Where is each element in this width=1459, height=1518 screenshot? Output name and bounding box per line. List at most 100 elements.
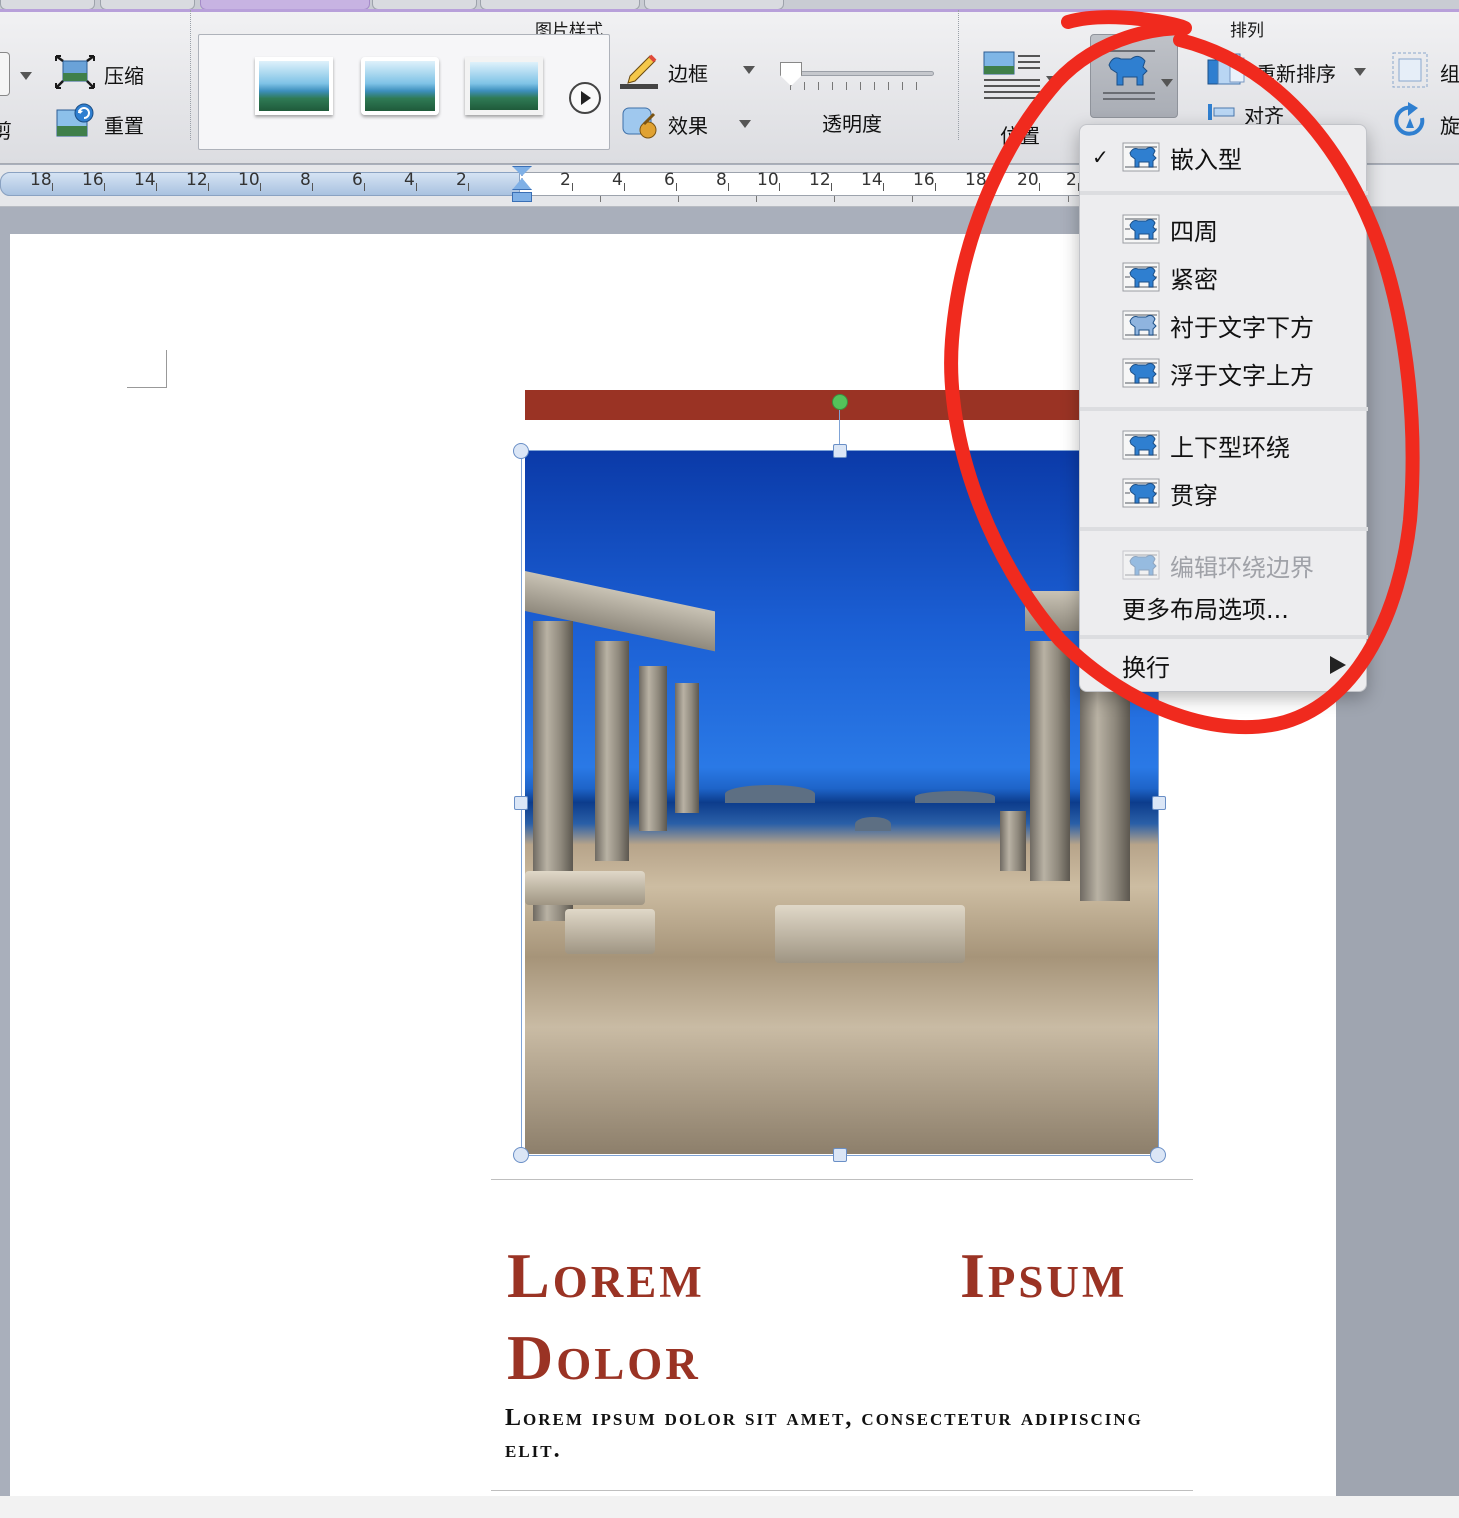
reorder-button[interactable]: 重新排序 [1206, 50, 1336, 95]
rotate-icon [1390, 102, 1432, 147]
checkmark-icon: ✓ [1092, 145, 1109, 169]
chevron-down-icon[interactable] [1354, 68, 1366, 76]
gallery-next-icon[interactable] [569, 82, 601, 114]
picture-style-thumbnail[interactable] [255, 57, 333, 115]
reset-picture-button[interactable]: 重置 [54, 102, 144, 147]
menu-item-behind-text[interactable]: 衬于文字下方 [1080, 303, 1368, 347]
divider-line [491, 1179, 1193, 1180]
menu-item-tight[interactable]: 紧密 [1080, 255, 1368, 299]
menu-item-label: 衬于文字下方 [1170, 313, 1314, 342]
effects-button[interactable]: 效果 [620, 102, 708, 147]
ruler-tick [834, 196, 835, 202]
ruler-tick [1068, 196, 1069, 202]
ruler-label: 12 [186, 170, 208, 190]
group-label: 组 [1440, 62, 1459, 86]
ruler-tick [156, 183, 157, 191]
menu-item-label: 浮于文字上方 [1170, 361, 1314, 390]
group-button[interactable]: 组 [1390, 50, 1459, 95]
compress-icon [54, 52, 96, 97]
indent-marker[interactable] [512, 166, 532, 204]
wrap-top-bottom-icon [1122, 430, 1160, 460]
ruler-tick [831, 183, 832, 191]
menu-item-through[interactable]: 贯穿 [1080, 471, 1368, 515]
ruler-tick [416, 183, 417, 191]
wrap-text-menu: ✓ 嵌入型 四周 紧密 衬于文字下方 浮于文字上方 上下型环绕 贯穿 编辑环绕边… [1079, 124, 1368, 692]
menu-item-label: 紧密 [1170, 265, 1218, 294]
resize-handle-bottom-right[interactable] [1150, 1147, 1166, 1163]
resize-handle-right[interactable] [1152, 796, 1166, 810]
picture-style-thumbnail[interactable] [465, 57, 543, 115]
chevron-down-icon[interactable] [20, 72, 32, 80]
ruler-tick [208, 183, 209, 191]
transparency-slider[interactable] [784, 71, 934, 76]
ruler-tick [756, 196, 757, 202]
ruler-label: 8 [300, 170, 311, 190]
menu-item-square[interactable]: 四周 [1080, 207, 1368, 251]
ruler-label: 4 [404, 170, 415, 190]
crop-button-partial[interactable]: 剪 [0, 115, 12, 144]
ruler-label: 20 [1017, 170, 1039, 190]
transparency-slider-ticks [790, 82, 930, 90]
menu-item-label: 贯穿 [1170, 481, 1218, 510]
ruler-tick [312, 183, 313, 191]
ruler-label: 4 [612, 170, 623, 190]
compress-button[interactable]: 压缩 [54, 52, 144, 97]
reorder-icon [1206, 50, 1248, 95]
ruler-label: 2 [1066, 170, 1077, 190]
menu-item-label: 嵌入型 [1170, 145, 1242, 174]
chevron-down-icon[interactable] [1046, 76, 1058, 84]
submenu-arrow-icon [1330, 656, 1346, 674]
heading-line2: Dolor [507, 1322, 701, 1393]
accent-bar [525, 390, 1080, 420]
resize-handle-left[interactable] [514, 796, 528, 810]
pencil-border-icon [620, 50, 660, 95]
ruler-tick [572, 183, 573, 191]
resize-handle-top[interactable] [833, 444, 847, 458]
wrap-inline-icon [1122, 142, 1160, 172]
ruler-label: 16 [82, 170, 104, 190]
position-button-icon[interactable] [982, 50, 1042, 111]
arrange-group-title: 排列 [1230, 21, 1264, 41]
ruler-tick [104, 183, 105, 191]
menu-item-in-front-of-text[interactable]: 浮于文字上方 [1080, 351, 1368, 395]
menu-item-top-bottom[interactable]: 上下型环绕 [1080, 423, 1368, 467]
compress-label: 压缩 [104, 64, 144, 88]
resize-handle-bottom-left[interactable] [513, 1147, 529, 1163]
adjust-dropdown-partial[interactable] [0, 52, 10, 96]
wrap-text-icon [1103, 50, 1155, 100]
wrap-text-button[interactable] [1090, 34, 1178, 118]
menu-item-line-break[interactable]: 换行 [1080, 643, 1368, 687]
menu-item-label: 更多布局选项... [1122, 595, 1289, 624]
divider-line [491, 1490, 1193, 1491]
reset-picture-icon [54, 102, 96, 147]
wrap-front-icon [1122, 358, 1160, 388]
ruler-label: 8 [716, 170, 727, 190]
ruler-label: 14 [134, 170, 156, 190]
rotate-button[interactable]: 旋 [1390, 102, 1459, 147]
ruler-tick [1039, 183, 1040, 191]
wrap-through-icon [1122, 478, 1160, 508]
ruler-tick [364, 183, 365, 191]
ruler-label: 2 [560, 170, 571, 190]
position-label: 位置 [1000, 124, 1040, 148]
ruler-tick [912, 196, 913, 202]
ruler-tick [52, 183, 53, 191]
wrap-tight-icon [1122, 262, 1160, 292]
subtitle: Lorem ipsum dolor sit amet, consectetur … [505, 1405, 1143, 1463]
reorder-label: 重新排序 [1256, 62, 1336, 86]
menu-item-more-layout-options[interactable]: 更多布局选项... [1080, 585, 1368, 629]
chevron-down-icon[interactable] [739, 120, 751, 128]
ruler-label: 2 [456, 170, 467, 190]
chevron-down-icon[interactable] [743, 66, 755, 74]
menu-item-inline[interactable]: ✓ 嵌入型 [1080, 135, 1368, 179]
rotation-handle[interactable] [832, 394, 848, 410]
ruler-label: 10 [757, 170, 779, 190]
resize-handle-bottom[interactable] [833, 1148, 847, 1162]
border-button[interactable]: 边框 [620, 50, 708, 95]
picture-style-thumbnail[interactable] [361, 57, 439, 115]
status-area [0, 1496, 1459, 1518]
menu-item-edit-wrap-boundary: 编辑环绕边界 [1080, 543, 1368, 587]
selected-picture[interactable] [525, 451, 1158, 1154]
resize-handle-top-left[interactable] [513, 443, 529, 459]
ruler-label: 6 [352, 170, 363, 190]
